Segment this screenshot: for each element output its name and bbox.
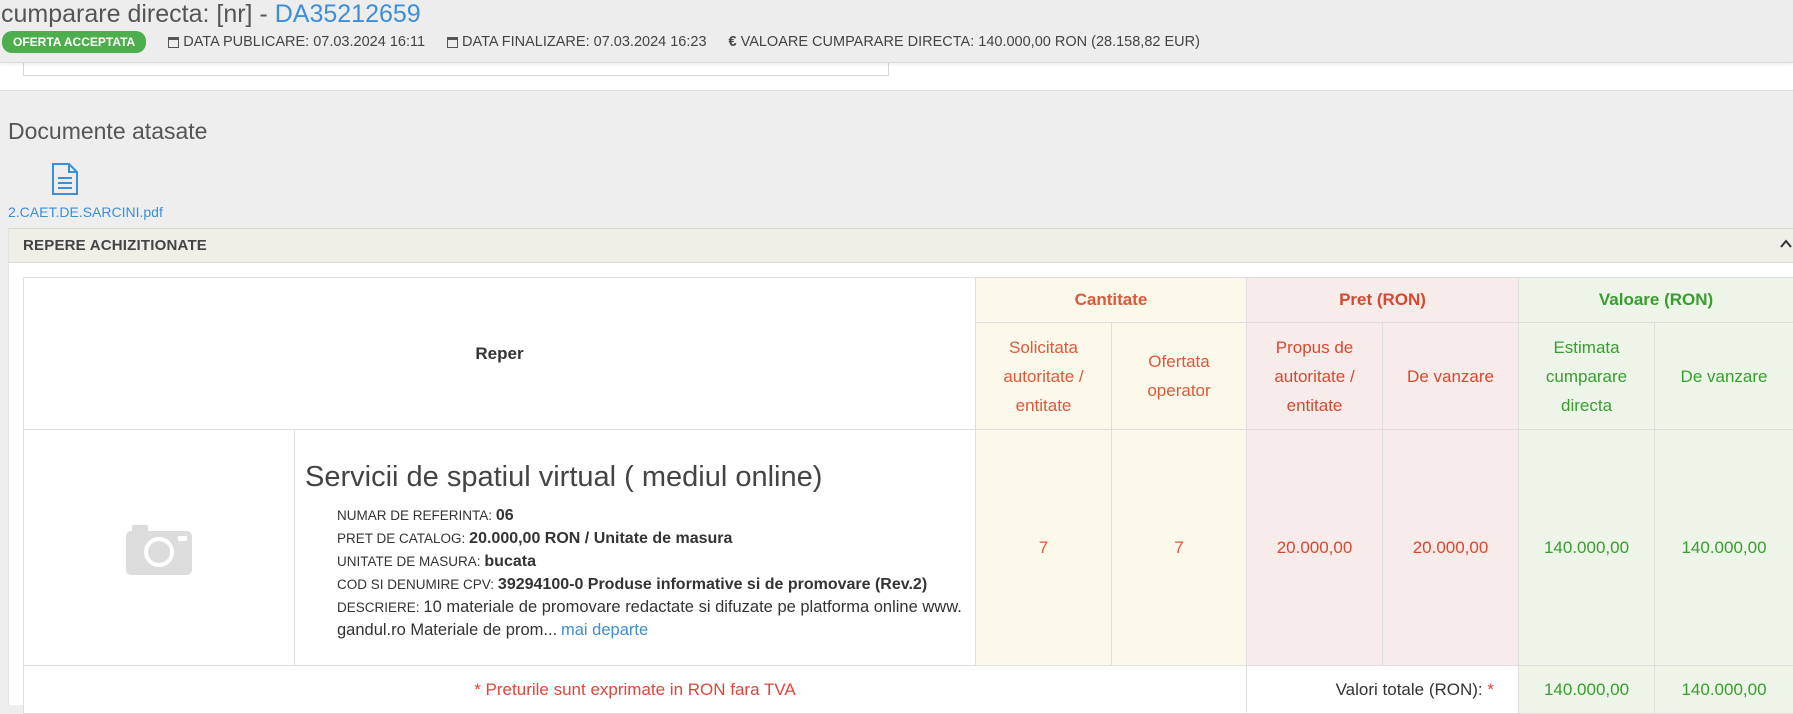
property-value: bucata xyxy=(484,553,536,570)
price-note: * Preturile sunt exprimate in RON fara T… xyxy=(24,666,1247,714)
property-value: 39294100-0 Produse informative si de pro… xyxy=(498,576,927,593)
value-estimated-value: 140.000,00 xyxy=(1519,430,1655,666)
property-unit: UNITATE DE MASURA: bucata xyxy=(337,550,965,573)
column-price-proposed: Propus de autoritate / entitate xyxy=(1247,323,1383,430)
title-prefix: cumparare directa: [nr] - xyxy=(1,0,275,28)
previous-panel-box xyxy=(23,62,889,76)
status-badge: OFERTA ACCEPTATA xyxy=(2,31,146,53)
items-table: Reper Cantitate Pret (RON) Valoare (RON)… xyxy=(23,277,1793,714)
calendar-icon xyxy=(168,37,179,48)
property-label: UNITATE DE MASURA: xyxy=(337,554,481,569)
totals-label-text: Valori totale (RON): xyxy=(1336,680,1483,699)
previous-panel xyxy=(0,62,1793,91)
chevron-up-icon[interactable] xyxy=(1780,238,1792,250)
column-group-price: Pret (RON) xyxy=(1247,278,1519,323)
property-label: COD SI DENUMIRE CPV: xyxy=(337,577,494,592)
property-cpv: COD SI DENUMIRE CPV: 39294100-0 Produse … xyxy=(337,573,965,596)
section-header[interactable]: REPERE ACHIZITIONATE xyxy=(9,229,1793,263)
column-qty-requested: Solicitata autoritate / entitate xyxy=(976,323,1112,430)
property-description: DESCRIERE: 10 materiale de promovare red… xyxy=(337,596,965,642)
procurement-code-link[interactable]: DA35212659 xyxy=(275,0,421,28)
totals-row: * Preturile sunt exprimate in RON fara T… xyxy=(24,666,1793,714)
property-value: 20.000,00 RON / Unitate de masura xyxy=(469,530,732,547)
property-label: NUMAR DE REFERINTA: xyxy=(337,508,492,523)
euro-icon: € xyxy=(729,34,737,50)
camera-icon xyxy=(124,519,194,577)
calendar-icon xyxy=(447,37,458,48)
page-title: cumparare directa: [nr] - DA35212659 xyxy=(1,0,421,28)
documents-title: Documente atasate xyxy=(8,118,207,145)
price-proposed-value: 20.000,00 xyxy=(1247,430,1383,666)
column-qty-offered: Ofertata operator xyxy=(1112,323,1247,430)
table-row: Servicii de spatiul virtual ( mediul onl… xyxy=(24,430,1793,666)
publish-date: DATA PUBLICARE: 07.03.2024 16:11 xyxy=(168,34,425,50)
meta-row: OFERTA ACCEPTATA DATA PUBLICARE: 07.03.2… xyxy=(2,31,1222,53)
document-link[interactable]: 2.CAET.DE.SARCINI.pdf xyxy=(8,204,163,220)
finish-date: DATA FINALIZARE: 07.03.2024 16:23 xyxy=(447,34,706,50)
purchased-items-section: REPERE ACHIZITIONATE Reper Cantitate Pre… xyxy=(8,228,1793,705)
total-sale-value: 140.000,00 xyxy=(1655,666,1793,714)
property-value: 06 xyxy=(496,507,514,524)
total-estimated-value: 140.000,00 xyxy=(1519,666,1655,714)
column-value-sale: De vanzare xyxy=(1655,323,1793,430)
direct-purchase-value-text: VALOARE CUMPARARE DIRECTA: 140.000,00 RO… xyxy=(741,34,1200,50)
column-price-sale: De vanzare xyxy=(1383,323,1519,430)
item-description-cell: Servicii de spatiul virtual ( mediul onl… xyxy=(295,430,976,666)
direct-purchase-value: € VALOARE CUMPARARE DIRECTA: 140.000,00 … xyxy=(729,34,1200,50)
property-reference: NUMAR DE REFERINTA: 06 xyxy=(337,504,965,527)
page-header: cumparare directa: [nr] - DA35212659 OFE… xyxy=(0,0,1793,63)
property-catalog-price: PRET DE CATALOG: 20.000,00 RON / Unitate… xyxy=(337,527,965,550)
section-title: REPERE ACHIZITIONATE xyxy=(23,237,207,254)
column-value-estimated: Estimata cumparare directa xyxy=(1519,323,1655,430)
property-label: DESCRIERE: xyxy=(337,600,420,615)
property-value: 10 materiale de promovare redactate si d… xyxy=(337,598,962,639)
value-sale-value: 140.000,00 xyxy=(1655,430,1793,666)
read-more-link[interactable]: mai departe xyxy=(561,621,648,639)
qty-offered-value: 7 xyxy=(1112,430,1247,666)
finish-date-text: DATA FINALIZARE: 07.03.2024 16:23 xyxy=(462,34,706,50)
item-properties: NUMAR DE REFERINTA: 06 PRET DE CATALOG: … xyxy=(305,504,965,642)
item-title: Servicii de spatiul virtual ( mediul onl… xyxy=(305,461,965,494)
publish-date-text: DATA PUBLICARE: 07.03.2024 16:11 xyxy=(183,34,425,50)
totals-label: Valori totale (RON): * xyxy=(1247,666,1519,714)
price-sale-value: 20.000,00 xyxy=(1383,430,1519,666)
column-group-value: Valoare (RON) xyxy=(1519,278,1793,323)
property-label: PRET DE CATALOG: xyxy=(337,531,465,546)
column-group-quantity: Cantitate xyxy=(976,278,1247,323)
document-icon[interactable] xyxy=(50,163,80,195)
item-image-cell xyxy=(24,430,295,666)
qty-requested-value: 7 xyxy=(976,430,1112,666)
required-star: * xyxy=(1487,680,1494,699)
column-reper: Reper xyxy=(24,278,976,430)
